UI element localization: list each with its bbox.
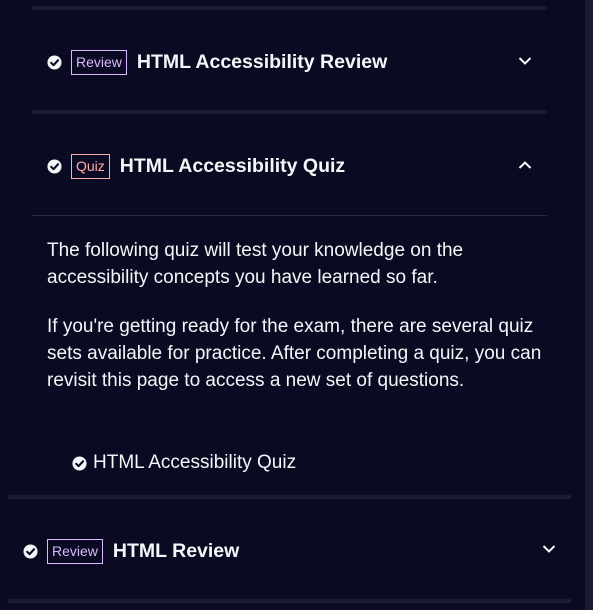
section-header-accessibility-review[interactable]: Review HTML Accessibility Review bbox=[47, 42, 547, 82]
page: Review HTML Accessibility Review Quiz HT… bbox=[0, 0, 593, 610]
check-circle-icon bbox=[72, 455, 87, 471]
review-badge: Review bbox=[47, 538, 103, 564]
section-divider bbox=[8, 599, 571, 603]
check-circle-icon bbox=[47, 54, 62, 70]
check-circle-icon bbox=[47, 158, 62, 174]
quiz-badge: Quiz bbox=[71, 153, 110, 179]
section-divider bbox=[32, 6, 547, 10]
section-title: HTML Accessibility Review bbox=[136, 50, 388, 73]
chevron-up-icon[interactable] bbox=[518, 160, 532, 170]
quiz-practice-note: If you're getting ready for the exam, th… bbox=[47, 316, 542, 391]
review-badge: Review bbox=[71, 49, 127, 75]
section-header-html-review[interactable]: Review HTML Review bbox=[23, 531, 571, 571]
chevron-down-icon[interactable] bbox=[518, 56, 532, 66]
quiz-link[interactable]: HTML Accessibility Quiz bbox=[93, 452, 296, 474]
section-title: HTML Accessibility Quiz bbox=[119, 154, 346, 177]
chevron-down-icon[interactable] bbox=[542, 544, 556, 554]
section-header-accessibility-quiz[interactable]: Quiz HTML Accessibility Quiz bbox=[47, 146, 547, 186]
quiz-link-item[interactable]: HTML Accessibility Quiz bbox=[72, 450, 296, 476]
quiz-description: The following quiz will test your knowle… bbox=[47, 240, 464, 288]
section-divider bbox=[32, 110, 547, 114]
check-circle-icon bbox=[23, 543, 38, 559]
scrollbar[interactable] bbox=[585, 0, 593, 610]
section-divider bbox=[8, 495, 571, 499]
section-title: HTML Review bbox=[112, 539, 240, 562]
header-content-divider bbox=[32, 215, 547, 216]
